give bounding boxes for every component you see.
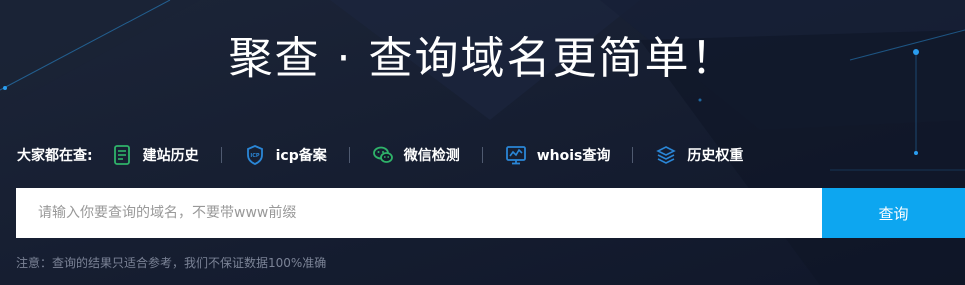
popular-queries-label: 大家都在查: xyxy=(17,148,93,164)
tag-icp-label: icp备案 xyxy=(275,148,327,164)
divider xyxy=(348,147,350,163)
search-button[interactable]: 查询 xyxy=(822,188,965,238)
tag-whois[interactable]: whois查询 xyxy=(505,144,611,166)
page-title: 聚查 · 查询域名更简单！ xyxy=(228,33,737,84)
search-bar: 查询 xyxy=(16,188,965,238)
layers-icon xyxy=(655,144,677,166)
tag-site-history-label: 建站历史 xyxy=(142,148,199,164)
divider xyxy=(481,147,483,163)
tag-site-history[interactable]: 建站历史 xyxy=(111,144,199,166)
tag-wechat-check-label: 微信检测 xyxy=(403,148,460,164)
history-doc-icon xyxy=(111,144,133,166)
icp-shield-icon: ICP xyxy=(244,144,266,166)
popular-queries: 大家都在查: 建站历史 ICP icp备案 微信检测 whois查询 历史权重 xyxy=(17,141,743,169)
tag-history-weight-label: 历史权重 xyxy=(687,148,744,164)
tag-whois-label: whois查询 xyxy=(536,148,611,164)
tag-icp[interactable]: ICP icp备案 xyxy=(244,144,327,166)
tag-history-weight[interactable]: 历史权重 xyxy=(655,144,743,166)
svg-text:ICP: ICP xyxy=(250,153,260,159)
tag-wechat-check[interactable]: 微信检测 xyxy=(372,144,460,166)
divider xyxy=(220,147,222,163)
domain-search-input[interactable] xyxy=(16,188,822,238)
disclaimer-note: 注意：查询的结果只适合参考，我们不保证数据100%准确 xyxy=(16,256,327,270)
divider xyxy=(632,147,634,163)
monitor-chart-icon xyxy=(505,144,527,166)
wechat-icon xyxy=(372,144,394,166)
